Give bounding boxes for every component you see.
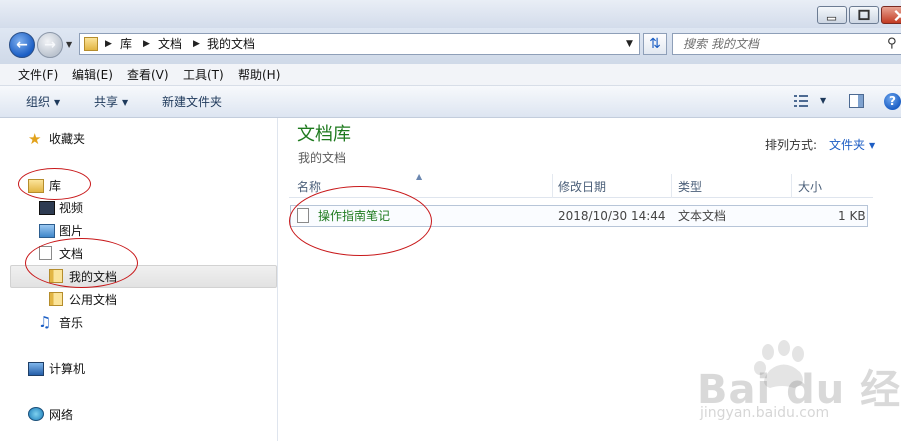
column-divider[interactable] — [552, 174, 553, 198]
public-documents-folder-icon — [49, 292, 63, 306]
arrow-right-icon: → — [44, 37, 56, 53]
menu-edit[interactable]: 编辑(E) — [72, 67, 113, 83]
help-icon[interactable]: ? — [884, 93, 901, 110]
refresh-button[interactable]: ⇅ — [643, 33, 667, 55]
column-type[interactable]: 类型 — [678, 179, 702, 195]
command-bar — [0, 86, 901, 118]
arrange-by-dropdown[interactable]: 文件夹 ▼ — [829, 137, 875, 154]
music-note-icon: ♫ — [38, 313, 52, 331]
watermark-url: jingyan.baidu.com — [700, 405, 830, 421]
title-bar — [0, 0, 901, 28]
file-modified: 2018/10/30 14:44 — [558, 209, 666, 223]
column-divider[interactable] — [671, 174, 672, 198]
breadcrumb-separator-icon[interactable]: ▶ — [105, 36, 112, 52]
nav-public-documents[interactable]: 公用文档 — [69, 292, 117, 308]
file-size: 1 KB — [838, 209, 866, 223]
close-icon — [894, 9, 901, 22]
column-size[interactable]: 大小 — [798, 179, 822, 195]
share-button[interactable]: 共享 ▼ — [94, 94, 128, 111]
computer-icon — [28, 362, 44, 376]
back-button[interactable]: ← — [9, 32, 35, 58]
maximize-button[interactable] — [849, 6, 879, 24]
search-icon[interactable]: ⚲ — [887, 36, 897, 52]
nav-videos[interactable]: 视频 — [59, 200, 83, 216]
library-subtitle: 我的文档 — [298, 151, 347, 165]
annotation-ellipse-documents — [25, 238, 138, 288]
recent-pages-chevron-down-icon[interactable]: ▼ — [66, 40, 76, 50]
breadcrumb-libraries[interactable]: 库 — [120, 36, 132, 52]
arrow-left-icon: ← — [16, 37, 28, 53]
nav-favorites[interactable]: 收藏夹 — [49, 131, 85, 147]
menu-help[interactable]: 帮助(H) — [238, 67, 280, 83]
breadcrumb-separator-icon[interactable]: ▶ — [143, 36, 150, 52]
sort-ascending-icon: ▲ — [416, 172, 423, 181]
network-globe-icon — [28, 407, 44, 421]
menu-view[interactable]: 查看(V) — [127, 67, 169, 83]
favorites-star-icon: ★ — [28, 130, 42, 148]
minimize-icon — [826, 16, 837, 21]
file-type: 文本文档 — [678, 209, 727, 223]
address-dropdown-chevron-down-icon[interactable]: ▼ — [626, 36, 633, 52]
column-date-modified[interactable]: 修改日期 — [558, 179, 606, 195]
nav-music[interactable]: 音乐 — [59, 315, 83, 331]
library-title: 文档库 — [297, 124, 351, 145]
organize-button[interactable]: 组织 ▼ — [26, 94, 60, 111]
annotation-ellipse-file — [289, 186, 432, 256]
library-folder-icon — [84, 37, 98, 51]
arrange-by-value: 文件夹 — [829, 138, 866, 152]
breadcrumb-documents[interactable]: 文档 — [158, 36, 182, 52]
menu-file[interactable]: 文件(F) — [18, 67, 58, 83]
annotation-ellipse-libraries — [18, 168, 91, 200]
new-folder-button[interactable]: 新建文件夹 — [162, 94, 222, 110]
forward-button[interactable]: → — [37, 32, 63, 58]
preview-pane-icon[interactable] — [849, 94, 864, 108]
maximize-icon — [858, 9, 870, 21]
arrange-by-label: 排列方式: — [765, 138, 818, 152]
nav-computer[interactable]: 计算机 — [49, 361, 85, 377]
nav-network[interactable]: 网络 — [49, 407, 73, 423]
view-options-icon[interactable] — [794, 95, 808, 107]
column-divider[interactable] — [791, 174, 792, 198]
chevron-down-icon: ▼ — [869, 141, 876, 150]
organize-label: 组织 — [26, 95, 51, 109]
share-label: 共享 — [94, 95, 119, 109]
chevron-down-icon: ▼ — [54, 98, 61, 107]
refresh-icon: ⇅ — [649, 36, 661, 52]
close-button[interactable] — [881, 6, 901, 24]
search-placeholder: 搜索 我的文档 — [683, 37, 759, 51]
breadcrumb-my-documents[interactable]: 我的文档 — [207, 36, 255, 52]
menu-tools[interactable]: 工具(T) — [183, 67, 224, 83]
nav-pictures[interactable]: 图片 — [59, 223, 83, 239]
pictures-icon — [39, 224, 55, 238]
videos-film-icon — [39, 201, 55, 215]
view-chevron-down-icon[interactable]: ▼ — [820, 96, 826, 105]
minimize-button[interactable] — [817, 6, 847, 24]
breadcrumb-separator-icon[interactable]: ▶ — [193, 36, 200, 52]
chevron-down-icon: ▼ — [122, 98, 129, 107]
